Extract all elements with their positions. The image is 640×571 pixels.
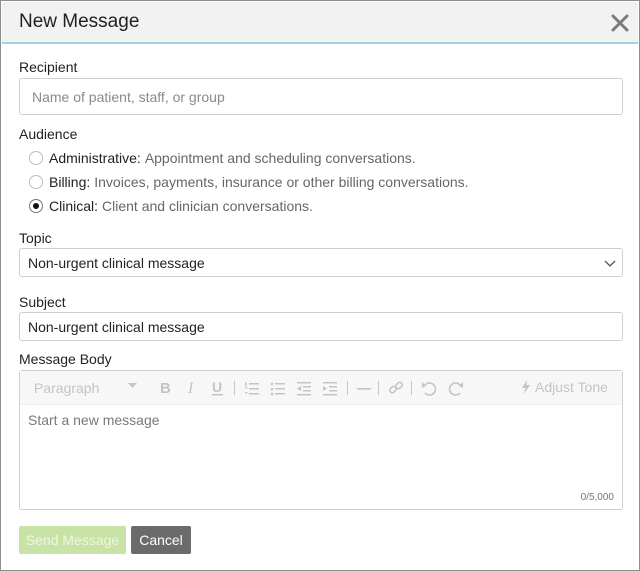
audience-option-administrative[interactable]: Administrative: Appointment and scheduli… (29, 149, 416, 167)
radio-billing[interactable] (29, 175, 43, 189)
bulleted-list-icon[interactable] (270, 379, 286, 397)
chevron-down-icon (604, 256, 616, 268)
new-message-dialog: New Message Recipient Name of patient, s… (0, 0, 640, 571)
recipient-label: Recipient (19, 59, 78, 75)
outdent-icon[interactable] (296, 379, 312, 397)
svg-text:I: I (187, 380, 194, 397)
subject-label: Subject (19, 294, 66, 310)
subject-input[interactable]: Non-urgent clinical message (19, 312, 623, 341)
dialog-header: New Message (2, 2, 638, 44)
audience-option-name: Billing: (49, 174, 91, 190)
audience-option-description: Appointment and scheduling conversations… (144, 150, 416, 166)
toolbar-separator (411, 381, 412, 395)
undo-icon[interactable] (421, 379, 437, 397)
toolbar-separator (378, 381, 379, 395)
horizontal-rule-icon[interactable] (356, 379, 372, 397)
message-placeholder: Start a new message (28, 412, 160, 428)
caret-down-icon (128, 383, 137, 401)
message-editor[interactable]: Paragraph B I U Adjust Tone Start a new … (19, 370, 623, 510)
link-icon[interactable] (388, 379, 404, 397)
italic-icon[interactable]: I (185, 379, 199, 397)
indent-icon[interactable] (322, 379, 338, 397)
audience-option-name: Administrative: (49, 150, 141, 166)
recipient-placeholder: Name of patient, staff, or group (32, 88, 225, 105)
cancel-button[interactable]: Cancel (131, 526, 191, 554)
topic-select[interactable]: Non-urgent clinical message (19, 248, 623, 277)
underline-icon[interactable]: U (210, 379, 226, 397)
svg-text:U: U (212, 379, 222, 395)
paragraph-label: Paragraph (34, 380, 100, 396)
toolbar-separator (347, 381, 348, 395)
message-body-label: Message Body (19, 351, 112, 367)
adjust-tone-label: Adjust Tone (535, 379, 608, 395)
audience-option-description: Invoices, payments, insurance or other b… (94, 174, 469, 190)
send-message-button[interactable]: Send Message (19, 526, 126, 554)
topic-value: Non-urgent clinical message (28, 254, 205, 271)
paragraph-dropdown[interactable]: Paragraph (34, 380, 99, 398)
lightning-icon (521, 380, 531, 394)
adjust-tone-button[interactable]: Adjust Tone (521, 379, 608, 397)
audience-option-clinical[interactable]: Clinical: Client and clinician conversat… (29, 197, 313, 215)
character-counter: 0/5,000 (580, 492, 614, 503)
redo-icon[interactable] (448, 379, 464, 397)
topic-label: Topic (19, 230, 52, 246)
radio-administrative[interactable] (29, 151, 43, 165)
numbered-list-icon[interactable] (244, 379, 260, 397)
svg-text:B: B (160, 380, 171, 397)
audience-label: Audience (19, 126, 78, 142)
audience-option-billing[interactable]: Billing: Invoices, payments, insurance o… (29, 173, 469, 191)
recipient-input[interactable]: Name of patient, staff, or group (19, 78, 623, 115)
editor-toolbar: Paragraph B I U Adjust Tone (20, 371, 622, 405)
dialog-title: New Message (19, 11, 140, 32)
radio-clinical[interactable] (29, 199, 43, 213)
close-icon[interactable] (610, 13, 630, 33)
subject-value: Non-urgent clinical message (28, 318, 205, 335)
audience-option-description: Client and clinician conversations. (102, 198, 313, 214)
bold-icon[interactable]: B (158, 379, 172, 397)
audience-option-name: Clinical: (49, 198, 99, 214)
toolbar-separator (234, 381, 235, 395)
